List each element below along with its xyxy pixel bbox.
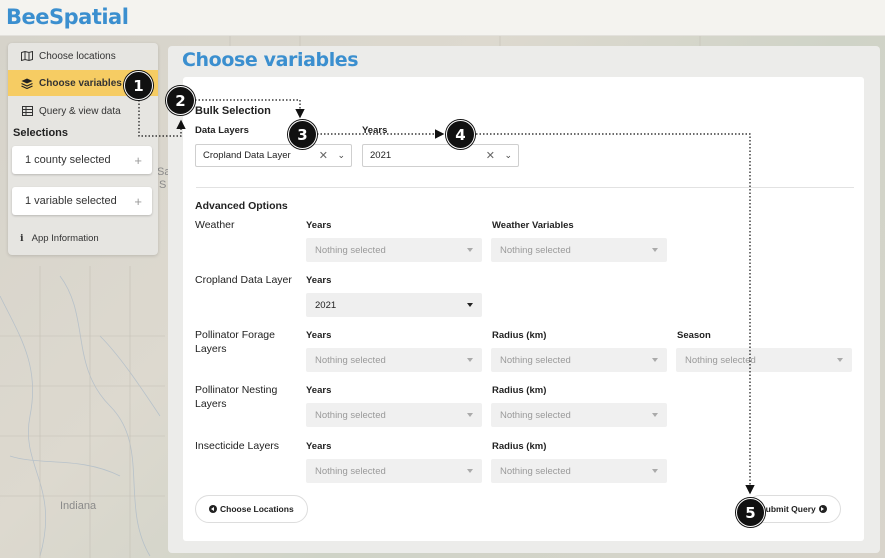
caret-down-icon	[467, 358, 473, 362]
placeholder-text: Nothing selected	[315, 465, 386, 477]
advanced-options-heading: Advanced Options	[195, 200, 288, 212]
variable-selected-text: 1 variable selected	[25, 195, 117, 207]
caret-down-icon	[837, 358, 843, 362]
app-logo[interactable]: BeeSpatial	[6, 5, 129, 29]
submit-query-label: Submit Query	[760, 504, 816, 514]
placeholder-text: Nothing selected	[500, 409, 571, 421]
years-label: Years	[362, 125, 388, 136]
app-information-label: App Information	[31, 233, 99, 244]
weather-years-label: Years	[306, 220, 332, 231]
clear-icon[interactable]: ✕	[486, 149, 495, 162]
choose-locations-label: Choose Locations	[220, 504, 294, 514]
placeholder-text: Nothing selected	[685, 354, 756, 366]
placeholder-text: Nothing selected	[500, 244, 571, 256]
nav-label: Choose variables	[39, 77, 122, 89]
table-icon	[20, 106, 34, 116]
cropland-years-label: Years	[306, 275, 332, 286]
nesting-label: Pollinator Nesting Layers	[195, 384, 278, 410]
data-layers-value: Cropland Data Layer	[203, 150, 291, 161]
data-layers-select[interactable]: Cropland Data Layer ✕ ⌄	[195, 144, 352, 167]
weather-label: Weather	[195, 219, 235, 231]
county-selected-text: 1 county selected	[25, 154, 111, 166]
years-value: 2021	[370, 150, 392, 161]
placeholder-text: Nothing selected	[315, 409, 386, 421]
step-callout-4: 4	[446, 120, 475, 149]
nav-query-view-data[interactable]: Query & view data	[8, 98, 158, 124]
caret-down-icon	[467, 303, 473, 307]
years-select[interactable]: 2021 ✕ ⌄	[362, 144, 519, 167]
chevron-down-icon[interactable]: ⌄	[337, 150, 345, 161]
weather-variables-dropdown[interactable]: Nothing selected	[491, 238, 667, 262]
placeholder-text: Nothing selected	[500, 465, 571, 477]
placeholder-text: Nothing selected	[315, 354, 386, 366]
forage-years-dropdown[interactable]: Nothing selected	[306, 348, 482, 372]
nesting-years-dropdown[interactable]: Nothing selected	[306, 403, 482, 427]
caret-down-icon	[652, 469, 658, 473]
nesting-years-label: Years	[306, 385, 332, 396]
placeholder-text: Nothing selected	[315, 244, 386, 256]
map-label-partial-2: S	[159, 179, 167, 191]
county-selection-box[interactable]: 1 county selected +	[12, 146, 152, 174]
caret-down-icon	[467, 469, 473, 473]
nesting-radius-label: Radius (km)	[492, 385, 547, 396]
placeholder-text: Nothing selected	[500, 354, 571, 366]
forage-season-dropdown[interactable]: Nothing selected	[676, 348, 852, 372]
layers-icon	[20, 78, 34, 89]
insecticide-radius-dropdown[interactable]: Nothing selected	[491, 459, 667, 483]
chevron-down-icon[interactable]: ⌄	[504, 150, 512, 161]
step-callout-2: 2	[166, 86, 195, 115]
plus-icon[interactable]: +	[134, 153, 142, 168]
choose-locations-button[interactable]: Choose Locations	[195, 495, 308, 523]
insecticide-radius-label: Radius (km)	[492, 441, 547, 452]
cropland-label: Cropland Data Layer	[195, 274, 292, 286]
weather-variables-label: Weather Variables	[492, 220, 574, 231]
insecticide-years-dropdown[interactable]: Nothing selected	[306, 459, 482, 483]
nav-choose-locations[interactable]: Choose locations	[8, 43, 158, 69]
forage-radius-label: Radius (km)	[492, 330, 547, 341]
caret-down-icon	[652, 413, 658, 417]
insecticide-label: Insecticide Layers	[195, 440, 280, 452]
map-icon	[20, 51, 34, 61]
clear-icon[interactable]: ✕	[319, 149, 328, 162]
plus-icon[interactable]: +	[134, 194, 142, 209]
nav-label: Query & view data	[39, 105, 121, 117]
forage-years-label: Years	[306, 330, 332, 341]
info-icon: i	[20, 233, 24, 244]
arrow-left-circle-icon	[209, 505, 217, 513]
variable-selection-box[interactable]: 1 variable selected +	[12, 187, 152, 215]
step-callout-5: 5	[736, 498, 765, 527]
cropland-years-dropdown[interactable]: 2021	[306, 293, 482, 317]
map-label-indiana: Indiana	[60, 500, 97, 512]
forage-season-label: Season	[677, 330, 711, 341]
cropland-years-value: 2021	[315, 299, 337, 311]
divider	[196, 187, 854, 188]
forage-radius-dropdown[interactable]: Nothing selected	[491, 348, 667, 372]
main-panel: Choose variables Bulk Selection Data Lay…	[168, 46, 880, 553]
page-title: Choose variables	[182, 49, 359, 71]
step-callout-1: 1	[124, 71, 153, 100]
nav-label: Choose locations	[39, 50, 116, 62]
insecticide-years-label: Years	[306, 441, 332, 452]
app-information-link[interactable]: i App Information	[20, 233, 99, 244]
nesting-radius-dropdown[interactable]: Nothing selected	[491, 403, 667, 427]
step-callout-3: 3	[288, 120, 317, 149]
forage-label: Pollinator Forage Layers	[195, 329, 275, 355]
variables-card: Bulk Selection Data Layers Years Croplan…	[183, 77, 864, 541]
top-bar: BeeSpatial	[0, 0, 885, 36]
arrow-right-circle-icon	[818, 505, 827, 513]
caret-down-icon	[467, 413, 473, 417]
caret-down-icon	[652, 248, 658, 252]
selections-title: Selections	[13, 127, 69, 139]
bulk-selection-heading: Bulk Selection	[195, 105, 271, 117]
data-layers-label: Data Layers	[195, 125, 249, 136]
caret-down-icon	[652, 358, 658, 362]
caret-down-icon	[467, 248, 473, 252]
weather-years-dropdown[interactable]: Nothing selected	[306, 238, 482, 262]
